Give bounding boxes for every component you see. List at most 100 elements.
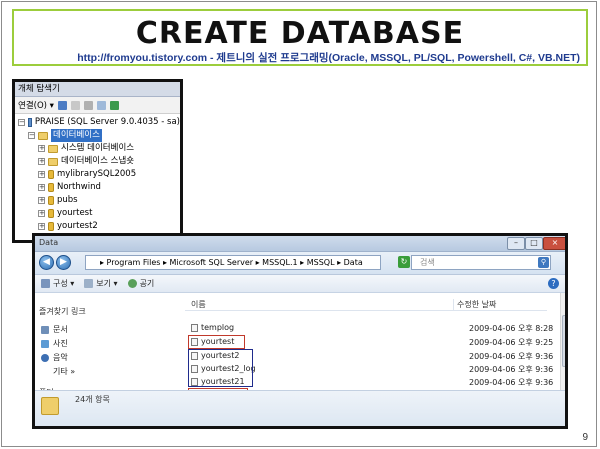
collapse-icon[interactable]: − <box>28 132 35 139</box>
refresh-icon[interactable] <box>109 100 119 110</box>
file-list-pane: 이름 수정한 날짜 templog 2009-04-06 오후 8:28 yourt… <box>185 293 565 402</box>
expand-icon[interactable]: + <box>38 158 45 165</box>
views-button[interactable]: 보기 ▾ <box>84 278 118 289</box>
connect-server-icon[interactable] <box>57 100 67 110</box>
object-explorer-title: 개체 탐색기 <box>15 82 180 97</box>
documents-icon <box>41 325 49 334</box>
tree-node-label: 시스템 데이터베이스 <box>61 143 135 153</box>
refresh-button[interactable]: ↻ <box>398 256 410 268</box>
file-name: templog <box>201 323 235 332</box>
folder-icon <box>41 397 59 415</box>
tree-node-label: Northwind <box>57 182 101 192</box>
tree-node-label: yourtest2 <box>57 221 98 231</box>
nav-link-label: 사진 <box>53 339 68 348</box>
nav-link-more[interactable]: 기타 » <box>53 366 75 377</box>
database-icon <box>48 196 54 205</box>
databases-folder-label: 데이터베이스 <box>51 129 102 142</box>
organize-icon <box>41 279 50 288</box>
database-icon <box>48 222 54 231</box>
tree-node-database[interactable]: + yourtest <box>15 207 180 220</box>
nav-link-documents[interactable]: 문서 <box>41 324 68 335</box>
nav-link-label: 기타 » <box>53 367 76 376</box>
expand-icon[interactable]: + <box>38 197 45 204</box>
help-icon[interactable]: ? <box>548 278 559 289</box>
navigation-pane: 즐겨찾기 링크 문서 사진 음악 기타 » 폴더 <box>35 293 185 397</box>
tree-node-label: yourtest <box>57 208 93 218</box>
folder-icon <box>48 157 58 166</box>
disconnect-icon[interactable] <box>70 100 80 110</box>
page-number: 9 <box>582 432 588 443</box>
share-icon <box>127 279 137 288</box>
stop-icon[interactable] <box>83 100 93 110</box>
expand-icon[interactable]: + <box>38 210 45 217</box>
folder-icon <box>38 131 48 140</box>
pictures-icon <box>41 339 49 348</box>
filter-icon[interactable] <box>96 100 106 110</box>
window-title: Data <box>39 238 59 247</box>
file-row[interactable]: templog 2009-04-06 오후 8:28 <box>185 322 553 334</box>
share-label: 공기 <box>139 279 155 288</box>
search-icon[interactable]: ⚲ <box>538 257 549 268</box>
expand-icon[interactable]: + <box>38 223 45 230</box>
nav-link-music[interactable]: 음악 <box>41 352 68 363</box>
maximize-button[interactable]: □ <box>525 237 543 250</box>
nav-link-pictures[interactable]: 사진 <box>41 338 68 349</box>
column-header-row: 이름 수정한 날짜 <box>185 299 547 311</box>
database-icon <box>48 183 54 192</box>
column-header-name[interactable]: 이름 <box>191 299 206 310</box>
organize-label: 구성 ▾ <box>53 279 75 288</box>
views-icon <box>84 279 94 288</box>
favorites-header: 즐겨찾기 링크 <box>39 307 86 316</box>
organize-button[interactable]: 구성 ▾ <box>41 278 74 289</box>
column-header-modified[interactable]: 수정한 날짜 <box>457 299 496 310</box>
highlight-box-yourtest2 <box>188 349 253 387</box>
tree-node-label: pubs <box>57 195 78 205</box>
tree-node-server[interactable]: − PRAISE (SQL Server 9.0.4035 - sa) <box>15 116 180 129</box>
expand-icon[interactable]: + <box>38 184 45 191</box>
tree-node-database[interactable]: + 시스템 데이터베이스 <box>15 142 180 155</box>
views-label: 보기 ▾ <box>96 279 118 288</box>
vertical-scrollbar[interactable] <box>560 293 565 393</box>
item-count: 24개 항목 <box>75 395 110 404</box>
collapse-icon[interactable]: − <box>18 119 25 126</box>
file-modified-date: 2009-04-06 오후 9:36 <box>469 378 554 387</box>
file-modified-date: 2009-04-06 오후 9:25 <box>469 338 554 347</box>
tree-node-database[interactable]: + yourtest2 <box>15 220 180 233</box>
slide-title: CREATE DATABASE <box>135 16 465 51</box>
file-modified-date: 2009-04-06 오후 9:36 <box>469 365 554 374</box>
close-button[interactable]: × <box>543 237 565 250</box>
minimize-button[interactable]: – <box>507 237 525 250</box>
forward-button[interactable]: ▶ <box>56 255 71 270</box>
address-row: ◀ ▶ ▸ Program Files ▸ Microsoft SQL Serv… <box>35 252 565 275</box>
nav-link-label: 문서 <box>53 325 68 334</box>
server-icon <box>28 118 32 127</box>
tree-node-label: mylibrarySQL2005 <box>57 169 137 179</box>
expand-icon[interactable]: + <box>38 171 45 178</box>
music-icon <box>41 353 49 362</box>
object-explorer-panel: 개체 탐색기 연결(O) ▾ − PRAISE (SQL Server 9.0.… <box>12 79 183 243</box>
address-bar[interactable]: ▸ Program Files ▸ Microsoft SQL Server ▸… <box>85 255 381 270</box>
tree-node-database[interactable]: + mylibrarySQL2005 <box>15 168 180 181</box>
search-input[interactable]: 검색 ⚲ <box>411 255 551 270</box>
object-explorer-tree: − PRAISE (SQL Server 9.0.4035 - sa) − 데이… <box>15 114 180 233</box>
scrollbar-thumb[interactable] <box>562 315 565 367</box>
tree-node-database[interactable]: + 데이터베이스 스냅숏 <box>15 155 180 168</box>
expand-icon[interactable]: + <box>38 145 45 152</box>
connect-button[interactable]: 연결(O) ▾ <box>18 99 54 111</box>
database-icon <box>48 170 54 179</box>
folder-icon <box>48 144 58 153</box>
command-bar: 구성 ▾ 보기 ▾ 공기 ? <box>35 275 565 293</box>
file-modified-date: 2009-04-06 오후 9:36 <box>469 352 554 361</box>
server-label: PRAISE (SQL Server 9.0.4035 - sa) <box>34 117 180 127</box>
tree-node-databases[interactable]: − 데이터베이스 <box>15 129 180 142</box>
object-explorer-toolbar: 연결(O) ▾ <box>15 97 180 114</box>
title-banner: CREATE DATABASE http://fromyou.tistory.c… <box>12 9 588 66</box>
search-placeholder: 검색 <box>420 258 435 267</box>
column-separator[interactable] <box>453 299 454 310</box>
share-button[interactable]: 공기 <box>127 278 155 289</box>
tree-node-database[interactable]: + pubs <box>15 194 180 207</box>
back-button[interactable]: ◀ <box>39 255 54 270</box>
tree-node-database[interactable]: + Northwind <box>15 181 180 194</box>
file-icon <box>191 324 198 332</box>
tree-node-label: 데이터베이스 스냅숏 <box>61 156 135 166</box>
